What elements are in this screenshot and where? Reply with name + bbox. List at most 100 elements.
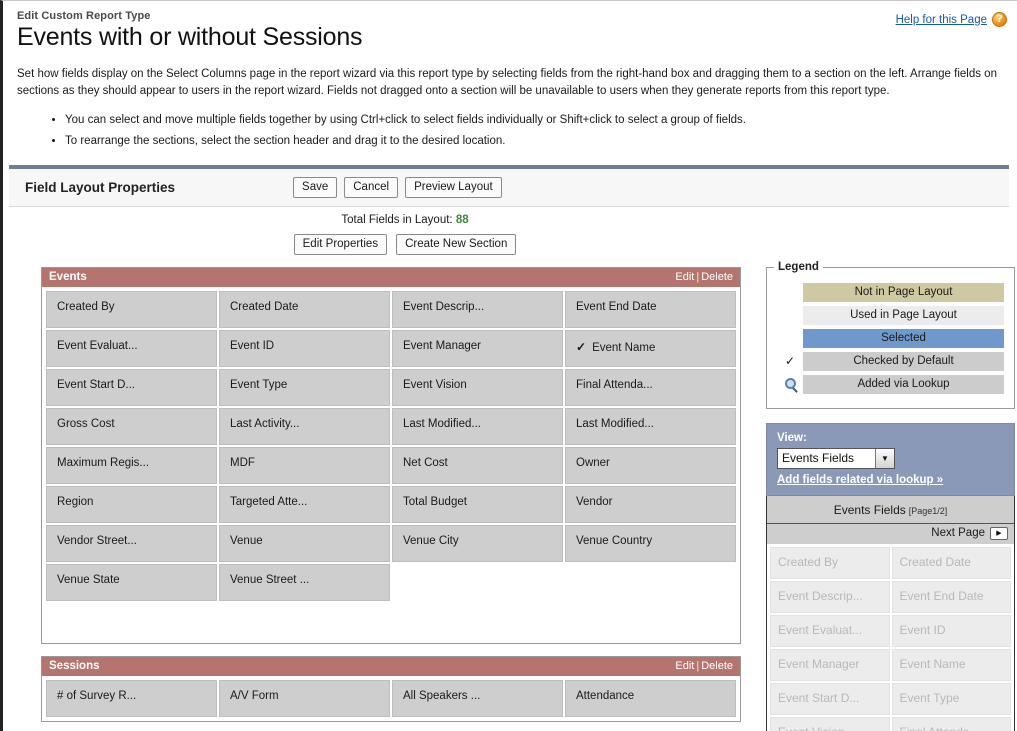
intro-bullet-list: You can select and move multiple fields … (17, 112, 1003, 151)
section-field-item[interactable]: Venue City (392, 524, 563, 562)
palette-field-item[interactable]: Created Date (891, 546, 1011, 579)
check-icon: ✓ (784, 354, 796, 369)
save-button[interactable]: Save (293, 176, 338, 198)
section-field-label: Region (57, 495, 94, 508)
palette-field-item[interactable]: Event End Date (891, 580, 1011, 613)
field-layout-properties-title: Field Layout Properties (25, 179, 176, 195)
section-name: Events (49, 270, 87, 283)
palette-field-item[interactable]: Created By (770, 546, 890, 579)
palette-field-item[interactable]: Event Evaluat... (770, 614, 890, 647)
legend-swatch: Used in Page Layout (803, 305, 1004, 325)
section-field-label: Last Modified... (403, 417, 481, 430)
legend-item-label: Selected (881, 332, 926, 345)
section-field-item[interactable]: # of Survey R... (46, 679, 217, 717)
section-field-label: Venue State (57, 573, 120, 586)
section-field-item[interactable]: Gross Cost (46, 407, 217, 445)
section-field-label: Event Manager (403, 339, 481, 352)
legend-row: Used in Page Layout (777, 305, 1004, 325)
legend-row: Selected (777, 328, 1004, 348)
page-kicker: Edit Custom Report Type (17, 10, 151, 22)
section-field-item[interactable]: Event Vision (392, 368, 563, 406)
section-field-item[interactable]: Created By (46, 290, 217, 328)
section-field-item[interactable]: Region (46, 485, 217, 523)
section-field-item[interactable]: A/V Form (219, 679, 390, 717)
section-field-label: Vendor (576, 495, 613, 508)
section-field-item[interactable]: Event Manager (392, 329, 563, 367)
section-field-item[interactable]: Venue Street ... (219, 563, 390, 601)
legend-rows: Not in Page Layout Used in Page Layout Sel… (777, 282, 1004, 394)
section-delete-link[interactable]: Delete (701, 271, 733, 283)
empty-grid-slot (392, 564, 563, 601)
section-field-label: MDF (230, 456, 255, 469)
section-field-label: Event ID (230, 339, 275, 352)
section-field-label: Final Attenda... (576, 378, 653, 391)
next-page-label: Next Page (931, 527, 985, 540)
section-field-item[interactable]: Event ID (219, 329, 390, 367)
section-field-item[interactable]: Vendor (565, 485, 736, 523)
view-select[interactable]: Events Fields ▼ (777, 447, 895, 469)
section-field-label: Venue City (403, 534, 459, 547)
palette-field-item[interactable]: Event ID (891, 614, 1011, 647)
layout-section: Sessions Edit | Delete # of Survey R... A/V F… (41, 655, 741, 722)
next-page-arrow-icon[interactable]: ▶ (990, 526, 1008, 540)
intro-bullet-item: You can select and move multiple fields … (65, 112, 1003, 130)
section-header[interactable]: Events Edit | Delete (42, 267, 740, 287)
section-field-item[interactable]: Venue Country (565, 524, 736, 562)
section-field-item[interactable]: All Speakers ... (392, 679, 563, 717)
layout-action-button-group: Edit Properties Create New Section (3, 226, 807, 255)
palette-field-item[interactable]: Event Type (891, 682, 1011, 715)
help-question-icon: ? (992, 12, 1007, 27)
add-fields-via-lookup-link[interactable]: Add fields related via lookup » (777, 474, 1004, 486)
edit-properties-button[interactable]: Edit Properties (293, 233, 388, 255)
section-edit-link[interactable]: Edit (675, 660, 694, 672)
section-field-item[interactable]: MDF (219, 446, 390, 484)
legend-item-label: Added via Lookup (857, 378, 950, 391)
palette-field-item[interactable]: Event Manager (770, 648, 890, 681)
section-field-label: Last Modified... (576, 417, 654, 430)
section-field-item[interactable]: Venue State (46, 563, 217, 601)
section-delete-link[interactable]: Delete (701, 660, 733, 672)
section-field-item[interactable]: Total Budget (392, 485, 563, 523)
section-header[interactable]: Sessions Edit | Delete (42, 656, 740, 676)
section-field-label: Attendance (576, 689, 635, 702)
section-field-item[interactable]: Last Modified... (565, 407, 736, 445)
section-field-item[interactable]: Targeted Atte... (219, 485, 390, 523)
legend-row: ✓ Checked by Default (777, 351, 1004, 371)
magnifier-icon (777, 377, 803, 391)
section-field-item[interactable]: Event Descrip... (392, 290, 563, 328)
create-new-section-button[interactable]: Create New Section (396, 233, 517, 255)
total-fields-line: Total Fields in Layout: 88 (3, 207, 807, 226)
palette-field-item[interactable]: Event Descrip... (770, 580, 890, 613)
section-field-item[interactable]: Owner (565, 446, 736, 484)
section-edit-link[interactable]: Edit (675, 271, 694, 283)
section-field-label: Gross Cost (57, 417, 115, 430)
total-fields-label: Total Fields in Layout: (341, 213, 453, 226)
palette-pagination: Next Page ▶ (767, 524, 1014, 544)
section-field-item[interactable]: Event Start D... (46, 368, 217, 406)
palette-field-item[interactable]: Event Name (891, 648, 1011, 681)
section-field-label: A/V Form (230, 689, 279, 702)
palette-field-item[interactable]: Event Start D... (770, 682, 890, 715)
section-field-item[interactable]: Event End Date (565, 290, 736, 328)
section-field-item[interactable]: Last Modified... (392, 407, 563, 445)
cancel-button[interactable]: Cancel (344, 176, 399, 198)
section-field-item[interactable]: Last Activity... (219, 407, 390, 445)
palette-field-item[interactable]: Event Vision (770, 716, 890, 731)
palette-field-item[interactable]: Final Attenda... (891, 716, 1011, 731)
section-field-item[interactable]: Event Type (219, 368, 390, 406)
help-for-this-page-link[interactable]: Help for this Page ? (896, 12, 1007, 27)
section-field-item[interactable]: Event Evaluat... (46, 329, 217, 367)
section-field-item[interactable]: ✓ Event Name (565, 329, 736, 367)
section-field-item[interactable]: Final Attenda... (565, 368, 736, 406)
preview-layout-button[interactable]: Preview Layout (405, 176, 502, 198)
section-field-item[interactable]: Venue (219, 524, 390, 562)
section-field-label: Venue Country (576, 534, 653, 547)
section-field-label: # of Survey R... (57, 689, 137, 702)
section-field-item[interactable]: Attendance (565, 679, 736, 717)
section-field-item[interactable]: Vendor Street... (46, 524, 217, 562)
section-field-item[interactable]: Net Cost (392, 446, 563, 484)
section-field-item[interactable]: Maximum Regis... (46, 446, 217, 484)
section-field-item[interactable]: Created Date (219, 290, 390, 328)
section-field-label: Created By (57, 300, 115, 313)
section-field-label: Event Name (592, 341, 656, 354)
